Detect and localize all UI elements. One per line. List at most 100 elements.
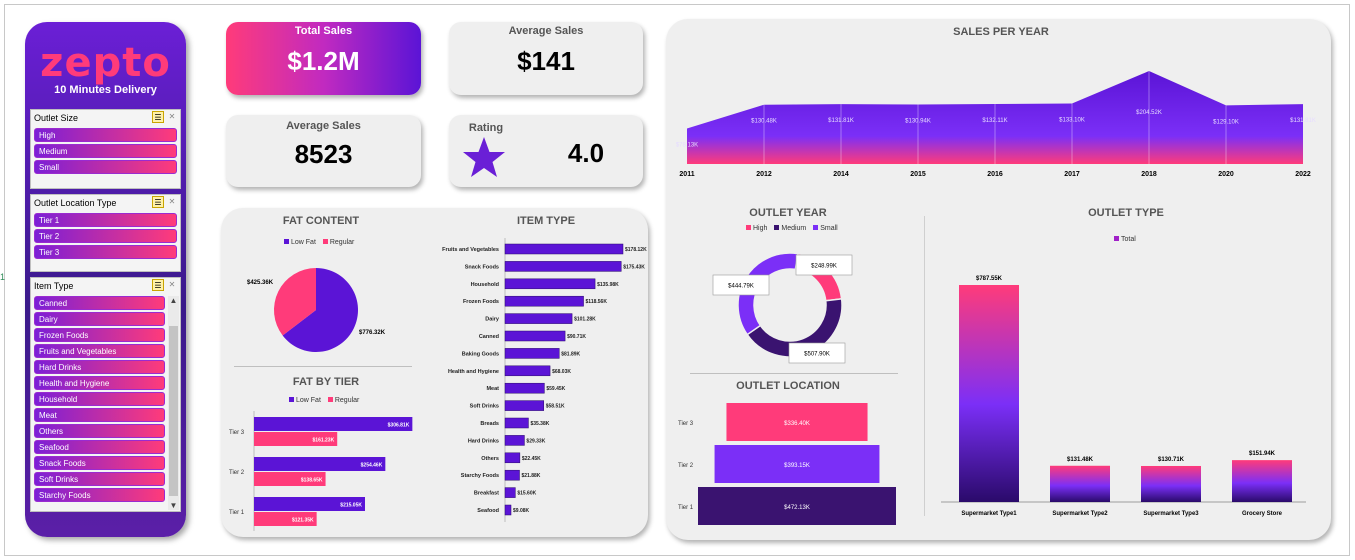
legend-high: High (753, 225, 768, 232)
chart-outlet-location: $336.40K Tier 3 $393.15K Tier 2 $472.13K Tier… (678, 403, 896, 525)
data-label: $29.33K (526, 438, 545, 444)
bar (504, 365, 551, 377)
chart-outlet-type: $787.55K Supermarket Type1 $131.48K Superma… (941, 276, 1306, 517)
data-label: $131.81K (1290, 118, 1316, 124)
y-tick-label: Hard Drinks (468, 438, 499, 444)
slicer-item-others[interactable]: Others (34, 424, 165, 438)
y-tick-label: Household (471, 282, 499, 288)
slicer-item-list: Canned Dairy Frozen Foods Fruits and Veg… (31, 294, 168, 504)
x-tick-label: Supermarket Type3 (1143, 511, 1199, 517)
cell-marker: 1 (0, 272, 6, 282)
data-label: $393.15K (784, 463, 810, 469)
slicer-item-health-and-hygiene[interactable]: Health and Hygiene (34, 376, 165, 390)
kpi-rating: Rating 4.0 (449, 115, 643, 187)
bar (1232, 460, 1292, 502)
data-label: $35.38K (530, 421, 549, 427)
bar (504, 243, 624, 255)
x-tick-label: 2015 (910, 171, 926, 178)
scroll-thumb[interactable] (169, 326, 178, 496)
bar (504, 278, 596, 290)
brand-logo: zepto (40, 40, 171, 86)
clear-filter-icon[interactable]: ✕ (166, 111, 178, 123)
data-label: $21.88K (521, 473, 540, 479)
x-tick-label: 2012 (756, 171, 772, 178)
data-label: $15.60K (517, 491, 536, 497)
slicer-item-fruits-and-vegetables[interactable]: Fruits and Vegetables (34, 344, 165, 358)
multi-select-icon[interactable]: ☰ (152, 196, 164, 208)
y-tick-label: Dairy (485, 317, 500, 323)
bar (504, 469, 520, 481)
legend-small: Small (820, 225, 838, 232)
data-label: $336.40K (784, 421, 810, 427)
chart-title-outlet-year: OUTLET YEAR (749, 207, 827, 219)
slicer-item-snack-foods[interactable]: Snack Foods (34, 456, 165, 470)
y-tick-label: Breads (480, 421, 499, 427)
legend-total: Total (1121, 236, 1136, 243)
data-label: $215.05K (340, 503, 362, 509)
bar (1050, 465, 1110, 502)
slicer-header: Item Type ☰ ✕ (31, 278, 180, 294)
data-label: $101.28K (574, 317, 596, 323)
bar (1141, 465, 1201, 502)
chart-outlet-year: $248.99K $507.90K $444.79K (712, 252, 853, 364)
slicer-item-high[interactable]: High (34, 128, 177, 142)
y-tick-label: Tier 3 (678, 421, 694, 427)
chart-title-sales-per-year: SALES PER YEAR (953, 26, 1049, 38)
scroll-down-icon[interactable]: ▼ (168, 501, 179, 510)
panel-product: FAT CONTENT Low Fat Regular $776.32K $425… (221, 208, 648, 537)
clear-filter-icon[interactable]: ✕ (166, 279, 178, 291)
slicer-item-type: Item Type ☰ ✕ Canned Dairy Frozen Foods … (30, 277, 181, 512)
slicer-item-canned[interactable]: Canned (34, 296, 165, 310)
data-label: $131.81K (828, 118, 854, 124)
chart-title-outlet-location: OUTLET LOCATION (736, 380, 840, 392)
slicer-item-dairy[interactable]: Dairy (34, 312, 165, 326)
slicer-outlet-size: Outlet Size ☰ ✕ High Medium Small (30, 109, 181, 189)
bar (504, 452, 521, 464)
slicer-item-tier-1[interactable]: Tier 1 (34, 213, 177, 227)
y-tick-label: Snack Foods (465, 264, 499, 270)
slicer-item-frozen-foods[interactable]: Frozen Foods (34, 328, 165, 342)
y-tick-label: Tier 3 (229, 430, 245, 436)
data-label: $90.71K (567, 334, 586, 340)
y-tick-label: Soft Drinks (470, 404, 499, 410)
x-tick-label: 2018 (1141, 171, 1157, 178)
bar (504, 417, 529, 429)
sidebar: zepto 10 Minutes Delivery Outlet Size ☰ … (25, 22, 186, 537)
x-tick-label: 2020 (1218, 171, 1234, 178)
slicer-item-meat[interactable]: Meat (34, 408, 165, 422)
slicer-item-household[interactable]: Household (34, 392, 165, 406)
multi-select-icon[interactable]: ☰ (152, 111, 164, 123)
bar (504, 382, 545, 394)
chart-title-outlet-type: OUTLET TYPE (1088, 207, 1164, 219)
data-label: $425.36K (247, 280, 274, 286)
data-label: $507.90K (804, 352, 830, 358)
multi-select-icon[interactable]: ☰ (152, 279, 164, 291)
chart-title-item-type: ITEM TYPE (516, 215, 576, 227)
slicer-item-seafood[interactable]: Seafood (34, 440, 165, 454)
slicer-item-starchy-foods[interactable]: Starchy Foods (34, 488, 165, 502)
scroll-up-icon[interactable]: ▲ (168, 296, 179, 305)
slicer-item-tier-2[interactable]: Tier 2 (34, 229, 177, 243)
y-tick-label: Baking Goods (462, 351, 499, 357)
slicer-item-medium[interactable]: Medium (34, 144, 177, 158)
slicer-title: Outlet Size (34, 113, 79, 123)
bar (504, 400, 545, 411)
slicer-item-soft-drinks[interactable]: Soft Drinks (34, 472, 165, 486)
slicer-item-tier-3[interactable]: Tier 3 (34, 245, 177, 259)
divider (234, 366, 412, 367)
slicer-item-hard-drinks[interactable]: Hard Drinks (34, 360, 165, 374)
bar (504, 435, 525, 446)
data-label: $58.51K (546, 404, 565, 410)
chart-fat-content: $776.32K $425.36K (247, 268, 386, 352)
data-label: $204.52K (1136, 110, 1162, 116)
clear-filter-icon[interactable]: ✕ (166, 196, 178, 208)
slicer-scrollbar[interactable]: ▲ ▼ (168, 296, 179, 510)
slicer-header: Outlet Size ☰ ✕ (31, 110, 180, 126)
bar (504, 504, 512, 516)
slicer-item-small[interactable]: Small (34, 160, 177, 174)
y-tick-label: Canned (479, 334, 499, 340)
data-label: $132.11K (982, 118, 1007, 124)
bar (504, 295, 584, 307)
x-tick-label: 2011 (679, 171, 694, 178)
data-label: $133.10K (1059, 118, 1085, 124)
